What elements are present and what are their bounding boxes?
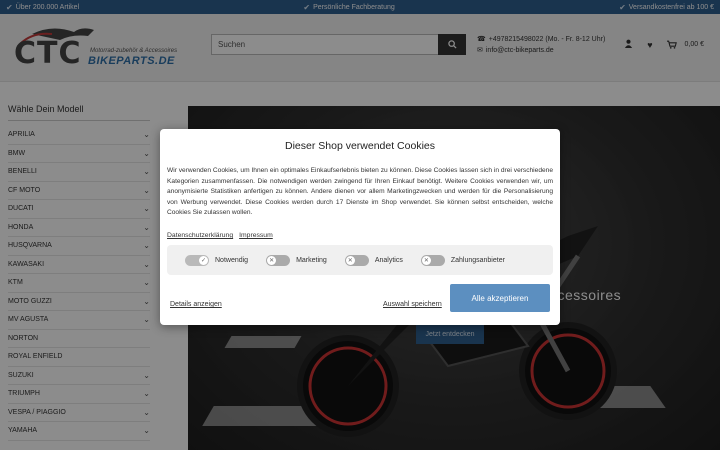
toggle-label: Zahlungsanbieter xyxy=(450,256,505,264)
privacy-policy-link[interactable]: Datenschutzerklärung xyxy=(167,232,233,239)
toggle-switch[interactable]: ✕ xyxy=(344,254,369,266)
close-icon: ✕ xyxy=(267,255,277,265)
toggle-marketing[interactable]: ✕ Marketing xyxy=(266,254,327,266)
toggle-switch[interactable]: ✓ xyxy=(185,254,209,266)
accept-all-button[interactable]: Alle akzeptieren xyxy=(450,284,550,312)
cookie-dialog-text: Wir verwenden Cookies, um Ihnen ein opti… xyxy=(167,167,553,217)
toggle-label: Notwendig xyxy=(215,256,249,264)
toggle-notwendig[interactable]: ✓ Notwendig xyxy=(185,254,249,266)
cookie-category-toggles: ✓ Notwendig ✕ Marketing ✕ Analytics ✕ Zahlungsa… xyxy=(167,245,553,275)
cookie-legal-links: Datenschutzerklärung Impressum xyxy=(167,232,273,239)
toggle-zahlungsanbieter[interactable]: ✕ Zahlungsanbieter xyxy=(420,254,505,266)
check-icon: ✓ xyxy=(199,255,208,265)
cookie-consent-dialog: Dieser Shop verwendet Cookies Wir verwen… xyxy=(160,129,560,325)
close-icon: ✕ xyxy=(421,255,431,265)
show-details-link[interactable]: Details anzeigen xyxy=(170,301,222,308)
imprint-link[interactable]: Impressum xyxy=(239,232,273,239)
toggle-analytics[interactable]: ✕ Analytics xyxy=(344,254,403,266)
toggle-switch[interactable]: ✕ xyxy=(266,254,291,266)
save-selection-link[interactable]: Auswahl speichern xyxy=(383,301,442,308)
toggle-switch[interactable]: ✕ xyxy=(420,254,445,266)
toggle-label: Analytics xyxy=(374,256,403,264)
toggle-label: Marketing xyxy=(296,256,327,264)
cookie-dialog-title: Dieser Shop verwendet Cookies xyxy=(285,140,435,152)
close-icon: ✕ xyxy=(345,255,355,265)
